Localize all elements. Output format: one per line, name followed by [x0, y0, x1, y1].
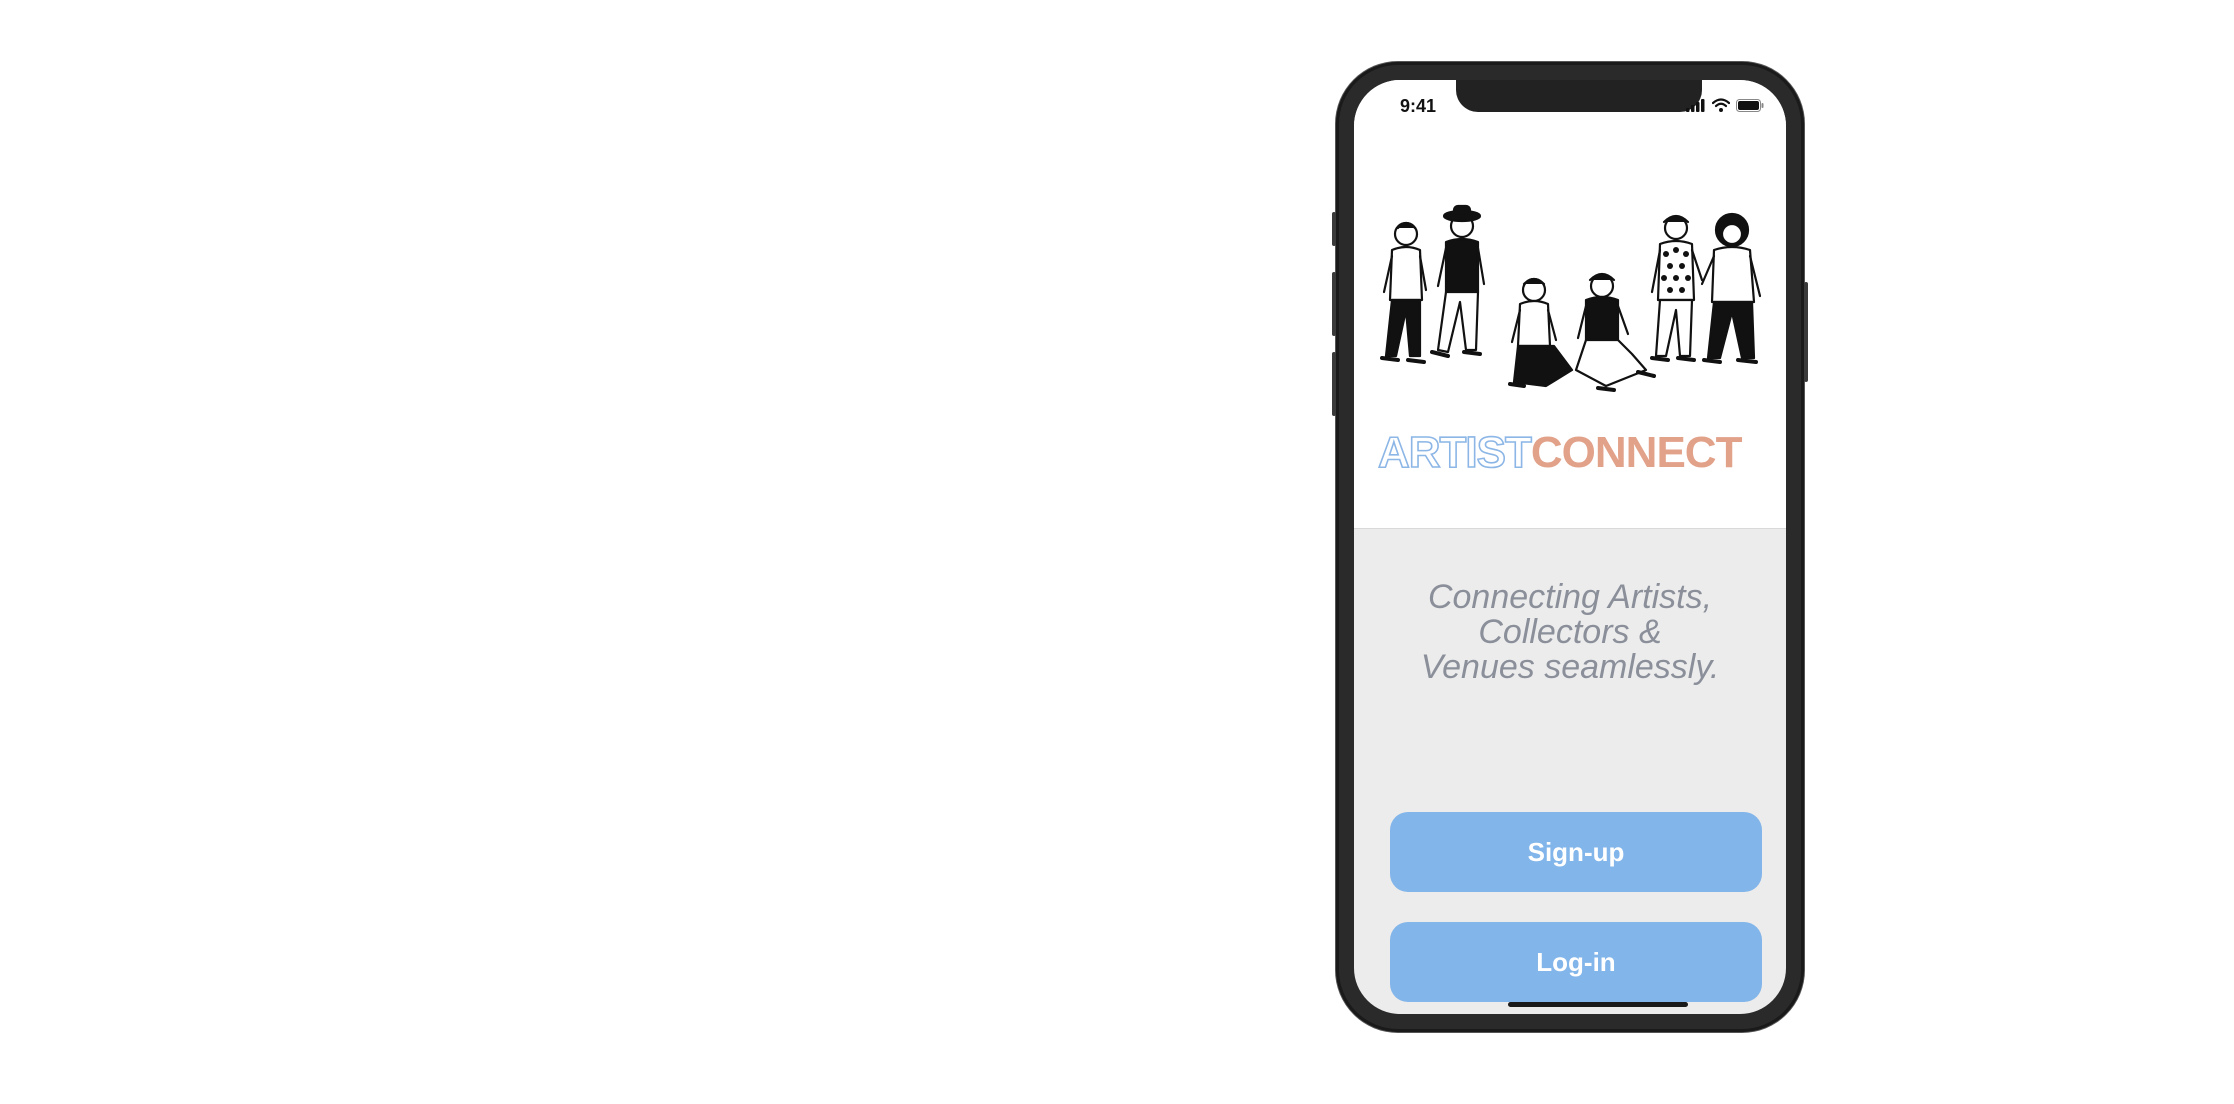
- login-button[interactable]: Log-in: [1390, 922, 1762, 1002]
- tagline-line-2: Collectors &: [1478, 613, 1662, 651]
- phone-screen: 9:41 ARTIST CONNECT Connecting Artists, …: [1354, 80, 1786, 1014]
- volume-down-button: [1332, 352, 1336, 416]
- status-time: 9:41: [1400, 96, 1437, 116]
- home-indicator[interactable]: [1508, 1002, 1688, 1007]
- signup-button[interactable]: Sign-up: [1390, 812, 1762, 892]
- notch: [1456, 80, 1702, 112]
- phone-frame: 9:41 ARTIST CONNECT Connecting Artists, …: [1332, 62, 1808, 1032]
- header-area: 9:41 ARTIST CONNECT: [1354, 80, 1786, 529]
- wifi-icon: [1712, 98, 1730, 112]
- mute-switch: [1332, 212, 1336, 246]
- logo-artist-text: ARTIST: [1377, 427, 1532, 478]
- signal-icon: [1686, 98, 1705, 112]
- battery-icon: [1736, 98, 1764, 112]
- power-button: [1804, 282, 1808, 382]
- logo-connect-text: CONNECT: [1530, 428, 1743, 477]
- tagline-line-1: Connecting Artists,: [1427, 578, 1713, 616]
- app-logo: ARTIST CONNECT: [1377, 427, 1743, 478]
- status-icons: [1686, 98, 1764, 112]
- volume-up-button: [1332, 272, 1336, 336]
- tagline: Connecting Artists, Collectors & Venues …: [1354, 580, 1786, 685]
- tagline-line-3: Venues seamlessly.: [1420, 648, 1720, 686]
